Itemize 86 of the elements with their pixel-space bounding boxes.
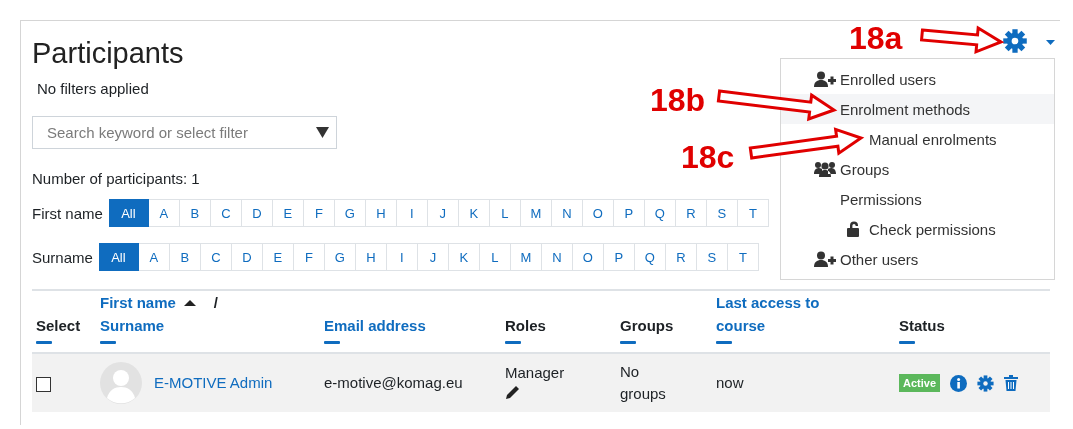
column-header-link[interactable]: Email address <box>324 314 449 337</box>
initial-button[interactable]: N <box>541 243 573 271</box>
column-header: Groups <box>620 316 675 336</box>
initial-button[interactable]: H <box>365 199 397 227</box>
column-header: Status <box>899 316 946 336</box>
initial-button[interactable]: P <box>603 243 635 271</box>
group-icon <box>814 161 836 177</box>
page-title: Participants <box>32 36 184 71</box>
caret-icon[interactable] <box>1046 40 1055 45</box>
initial-button[interactable]: F <box>293 243 325 271</box>
menu-item[interactable]: Enrolment methods <box>781 94 1054 124</box>
initial-button[interactable]: K <box>448 243 480 271</box>
initial-button[interactable]: M <box>520 199 552 227</box>
initial-button[interactable]: C <box>200 243 232 271</box>
trash-icon[interactable] <box>1004 375 1019 391</box>
settings-icon[interactable] <box>1003 29 1027 53</box>
pencil-icon[interactable] <box>505 384 521 400</box>
settings-icon[interactable] <box>977 374 995 392</box>
initial-button[interactable]: L <box>489 199 521 227</box>
initial-button[interactable]: I <box>396 199 428 227</box>
separator: / <box>213 293 219 313</box>
add-user-icon <box>814 71 836 87</box>
annotation-label: 18c <box>681 139 735 175</box>
initial-button[interactable]: R <box>665 243 697 271</box>
initial-button[interactable]: J <box>417 243 449 271</box>
initial-button[interactable]: T <box>737 199 769 227</box>
initial-button[interactable]: J <box>427 199 459 227</box>
annotation-label: 18b <box>650 82 706 118</box>
initials-label: First name <box>32 204 103 222</box>
initial-button[interactable]: I <box>386 243 418 271</box>
annotation-label: 18a <box>849 20 903 56</box>
initial-button[interactable]: A <box>138 243 170 271</box>
participant-count: Number of participants: 1 <box>32 169 200 189</box>
initial-button[interactable]: F <box>303 199 335 227</box>
menu-item[interactable]: Check permissions <box>781 214 1054 244</box>
search-field[interactable]: Search keyword or select filter <box>32 116 337 149</box>
row-checkbox[interactable] <box>36 376 51 392</box>
initial-button[interactable]: T <box>727 243 759 271</box>
column-header: Select <box>36 316 82 336</box>
initial-button[interactable]: G <box>324 243 356 271</box>
initial-button[interactable]: L <box>479 243 511 271</box>
initial-button[interactable]: E <box>272 199 304 227</box>
initial-button[interactable]: O <box>572 243 604 271</box>
menu-item[interactable]: Manual enrolments <box>781 124 1054 154</box>
initial-button[interactable]: Q <box>634 243 666 271</box>
menu-item[interactable]: Groups <box>781 154 1054 184</box>
initial-button[interactable]: P <box>613 199 645 227</box>
initial-button[interactable]: G <box>334 199 366 227</box>
filter-status: No filters applied <box>37 79 149 99</box>
initial-button[interactable]: D <box>241 199 273 227</box>
last-access-cell: now <box>712 353 895 412</box>
status-badge: Active <box>899 374 941 392</box>
initial-button[interactable]: Q <box>644 199 676 227</box>
menu-item[interactable]: Enrolled users <box>781 64 1054 94</box>
initials-label: Surname <box>32 248 93 266</box>
column-header-link[interactable]: First name <box>100 291 176 314</box>
user-name-link[interactable]: E-MOTIVE Admin <box>154 372 273 394</box>
initial-button[interactable]: O <box>582 199 614 227</box>
initial-button[interactable]: B <box>169 243 201 271</box>
initial-button[interactable]: M <box>510 243 542 271</box>
initial-button[interactable]: All <box>108 199 149 227</box>
initial-button[interactable]: H <box>355 243 387 271</box>
initial-button[interactable]: E <box>262 243 294 271</box>
initial-button[interactable]: S <box>706 199 738 227</box>
column-header-link[interactable]: Surname <box>100 314 165 337</box>
unlocked-padlock-icon <box>847 221 861 237</box>
initial-button[interactable]: R <box>675 199 707 227</box>
initial-button[interactable]: A <box>148 199 180 227</box>
initial-button[interactable]: B <box>179 199 211 227</box>
initial-button[interactable]: D <box>231 243 263 271</box>
menu-item[interactable]: Other users <box>781 244 1054 274</box>
dropdown-caret-icon <box>316 127 329 138</box>
role-cell-text: Manager <box>505 363 566 383</box>
column-header: Roles <box>505 316 547 336</box>
avatar-icon <box>100 362 142 404</box>
menu-item[interactable]: Permissions <box>781 184 1054 214</box>
initial-button[interactable]: All <box>98 243 139 271</box>
column-header-link[interactable]: Last access to course <box>716 291 841 337</box>
groups-cell-text: No groups <box>620 362 667 404</box>
email-cell: e-motive@komag.eu <box>320 353 501 412</box>
initial-button[interactable]: C <box>210 199 242 227</box>
info-icon[interactable] <box>950 374 968 392</box>
initial-button[interactable]: N <box>551 199 583 227</box>
add-user-icon <box>814 251 836 267</box>
initial-button[interactable]: S <box>696 243 728 271</box>
initial-button[interactable]: K <box>458 199 490 227</box>
